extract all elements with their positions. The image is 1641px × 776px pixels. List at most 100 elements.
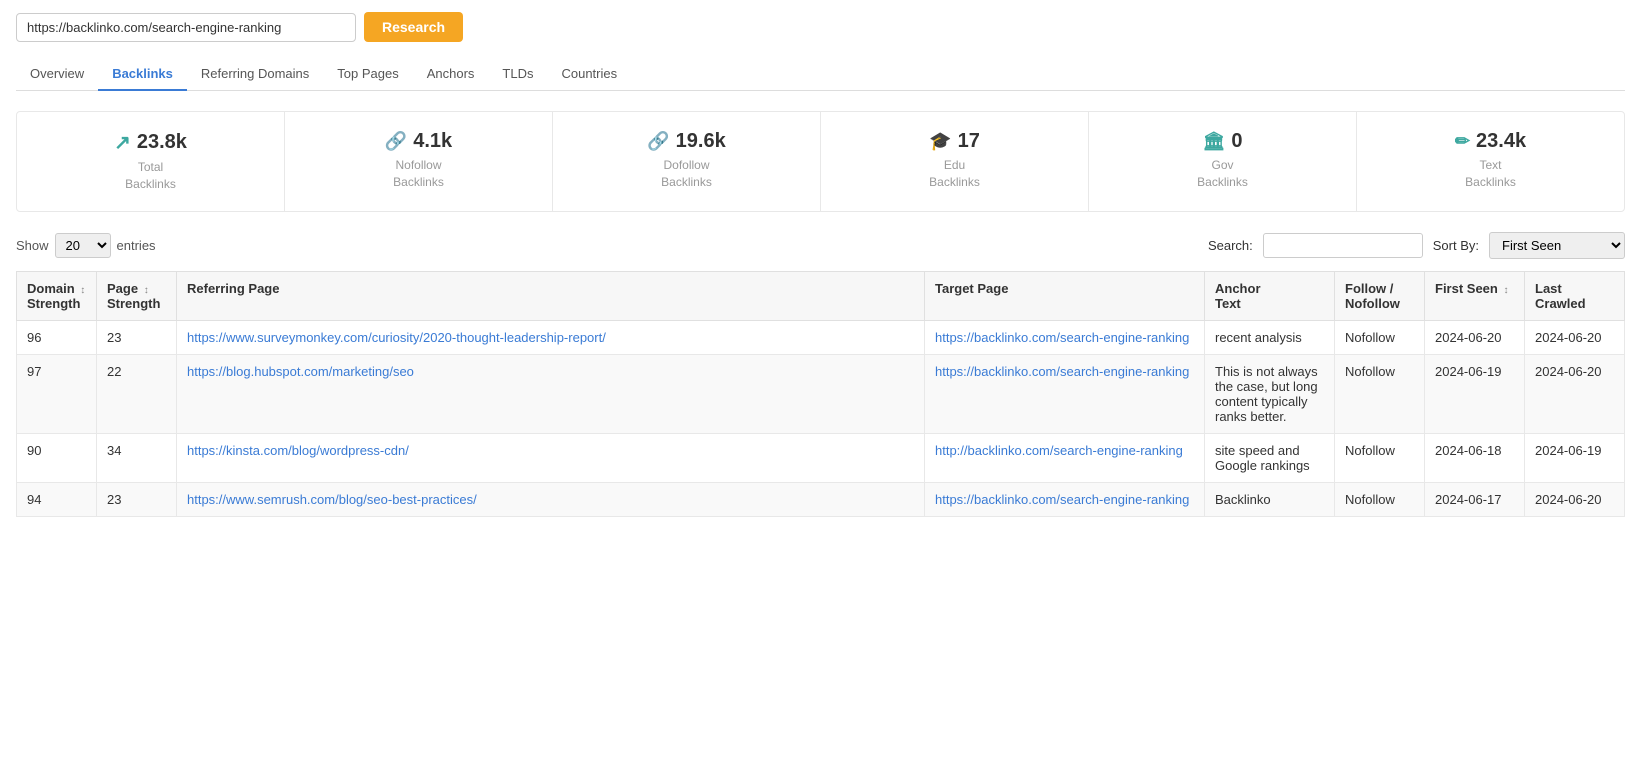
target-page-cell-link[interactable]: https://backlinko.com/search-engine-rank… (935, 364, 1189, 379)
stat-gov-backlinks: 🏛 0 GovBacklinks (1089, 112, 1357, 211)
anchor-text-cell: Backlinko (1205, 482, 1335, 516)
referring-page-cell-link[interactable]: https://www.surveymonkey.com/curiosity/2… (187, 330, 606, 345)
nofollow-value: 4.1k (413, 130, 452, 153)
sort-select[interactable]: First Seen Last Crawled Domain Strength … (1489, 232, 1625, 259)
header-anchor-text: AnchorText (1205, 271, 1335, 320)
show-label: Show (16, 238, 49, 253)
total-backlinks-value: 23.8k (137, 131, 187, 154)
controls-row: Show 20 50 100 entries Search: Sort By: … (16, 232, 1625, 259)
total-backlinks-icon: ↗ (114, 130, 131, 155)
text-label: TextBacklinks (1377, 157, 1604, 191)
first-seen-cell: 2024-06-18 (1425, 433, 1525, 482)
stats-row: ↗ 23.8k TotalBacklinks 🔗 4.1k NofollowBa… (16, 111, 1625, 212)
table-row: 9722 https://blog.hubspot.com/marketing/s… (17, 354, 1625, 433)
dofollow-value: 19.6k (676, 130, 726, 153)
target-page-cell-link[interactable]: http://backlinko.com/search-engine-ranki… (935, 443, 1183, 458)
tab-top-pages[interactable]: Top Pages (323, 58, 412, 91)
anchor-text-cell: recent analysis (1205, 320, 1335, 354)
sort-label: Sort By: (1433, 238, 1479, 253)
domain-strength-cell: 94 (17, 482, 97, 516)
domain-strength-cell: 90 (17, 433, 97, 482)
tab-countries[interactable]: Countries (547, 58, 631, 91)
table-row: 9623 https://www.surveymonkey.com/curiosi… (17, 320, 1625, 354)
tab-overview[interactable]: Overview (16, 58, 98, 91)
referring-page-cell[interactable]: https://kinsta.com/blog/wordpress-cdn/ (177, 433, 925, 482)
nofollow-icon: 🔗 (385, 131, 407, 152)
tabs-nav: Overview Backlinks Referring Domains Top… (16, 58, 1625, 91)
tab-anchors[interactable]: Anchors (413, 58, 489, 91)
page-strength-cell: 23 (97, 320, 177, 354)
stat-edu-backlinks: 🎓 17 EduBacklinks (821, 112, 1089, 211)
table-row: 9034 https://kinsta.com/blog/wordpress-cd… (17, 433, 1625, 482)
header-domain-strength[interactable]: Domain ↕Strength (17, 271, 97, 320)
gov-value: 0 (1231, 130, 1242, 153)
entries-select[interactable]: 20 50 100 (55, 233, 111, 258)
tab-backlinks[interactable]: Backlinks (98, 58, 187, 91)
text-icon: ✏ (1455, 131, 1470, 152)
dofollow-icon: 🔗 (647, 131, 669, 152)
search-bar: Research (16, 12, 1625, 42)
search-label: Search: (1208, 238, 1253, 253)
last-crawled-cell: 2024-06-20 (1525, 482, 1625, 516)
gov-icon: 🏛 (1203, 131, 1226, 152)
controls-right: Search: Sort By: First Seen Last Crawled… (1208, 232, 1625, 259)
referring-page-cell-link[interactable]: https://www.semrush.com/blog/seo-best-pr… (187, 492, 477, 507)
table-row: 9423 https://www.semrush.com/blog/seo-bes… (17, 482, 1625, 516)
header-referring-page: Referring Page (177, 271, 925, 320)
referring-page-cell[interactable]: https://www.semrush.com/blog/seo-best-pr… (177, 482, 925, 516)
total-backlinks-label: TotalBacklinks (37, 159, 264, 193)
header-target-page: Target Page (925, 271, 1205, 320)
follow-nofollow-cell: Nofollow (1335, 354, 1425, 433)
follow-nofollow-cell: Nofollow (1335, 433, 1425, 482)
last-crawled-cell: 2024-06-19 (1525, 433, 1625, 482)
stat-nofollow-backlinks: 🔗 4.1k NofollowBacklinks (285, 112, 553, 211)
text-value: 23.4k (1476, 130, 1526, 153)
header-first-seen[interactable]: First Seen ↕ (1425, 271, 1525, 320)
last-crawled-cell: 2024-06-20 (1525, 320, 1625, 354)
target-page-cell-link[interactable]: https://backlinko.com/search-engine-rank… (935, 492, 1189, 507)
target-page-cell[interactable]: http://backlinko.com/search-engine-ranki… (925, 433, 1205, 482)
target-page-cell[interactable]: https://backlinko.com/search-engine-rank… (925, 482, 1205, 516)
nofollow-label: NofollowBacklinks (305, 157, 532, 191)
backlinks-table: Domain ↕Strength Page ↕Strength Referrin… (16, 271, 1625, 517)
domain-strength-cell: 97 (17, 354, 97, 433)
tab-tlds[interactable]: TLDs (488, 58, 547, 91)
referring-page-cell-link[interactable]: https://blog.hubspot.com/marketing/seo (187, 364, 414, 379)
page-strength-cell: 22 (97, 354, 177, 433)
follow-nofollow-cell: Nofollow (1335, 320, 1425, 354)
url-input[interactable] (16, 13, 356, 42)
edu-label: EduBacklinks (841, 157, 1068, 191)
dofollow-label: DofollowBacklinks (573, 157, 800, 191)
edu-icon: 🎓 (929, 131, 951, 152)
header-last-crawled: LastCrawled (1525, 271, 1625, 320)
tab-referring-domains[interactable]: Referring Domains (187, 58, 323, 91)
gov-label: GovBacklinks (1109, 157, 1336, 191)
table-header-row: Domain ↕Strength Page ↕Strength Referrin… (17, 271, 1625, 320)
target-page-cell[interactable]: https://backlinko.com/search-engine-rank… (925, 354, 1205, 433)
first-seen-cell: 2024-06-20 (1425, 320, 1525, 354)
anchor-text-cell: site speed and Google rankings (1205, 433, 1335, 482)
stat-total-backlinks: ↗ 23.8k TotalBacklinks (17, 112, 285, 211)
last-crawled-cell: 2024-06-20 (1525, 354, 1625, 433)
first-seen-cell: 2024-06-17 (1425, 482, 1525, 516)
follow-nofollow-cell: Nofollow (1335, 482, 1425, 516)
entries-label: entries (117, 238, 156, 253)
page-strength-cell: 34 (97, 433, 177, 482)
referring-page-cell[interactable]: https://blog.hubspot.com/marketing/seo (177, 354, 925, 433)
first-seen-cell: 2024-06-19 (1425, 354, 1525, 433)
edu-value: 17 (958, 130, 980, 153)
page-strength-cell: 23 (97, 482, 177, 516)
research-button[interactable]: Research (364, 12, 463, 42)
stat-text-backlinks: ✏ 23.4k TextBacklinks (1357, 112, 1624, 211)
table-search-input[interactable] (1263, 233, 1423, 258)
target-page-cell-link[interactable]: https://backlinko.com/search-engine-rank… (935, 330, 1189, 345)
referring-page-cell[interactable]: https://www.surveymonkey.com/curiosity/2… (177, 320, 925, 354)
domain-strength-cell: 96 (17, 320, 97, 354)
target-page-cell[interactable]: https://backlinko.com/search-engine-rank… (925, 320, 1205, 354)
referring-page-cell-link[interactable]: https://kinsta.com/blog/wordpress-cdn/ (187, 443, 409, 458)
anchor-text-cell: This is not always the case, but long co… (1205, 354, 1335, 433)
header-page-strength[interactable]: Page ↕Strength (97, 271, 177, 320)
header-follow-nofollow: Follow /Nofollow (1335, 271, 1425, 320)
controls-left: Show 20 50 100 entries (16, 233, 156, 258)
stat-dofollow-backlinks: 🔗 19.6k DofollowBacklinks (553, 112, 821, 211)
